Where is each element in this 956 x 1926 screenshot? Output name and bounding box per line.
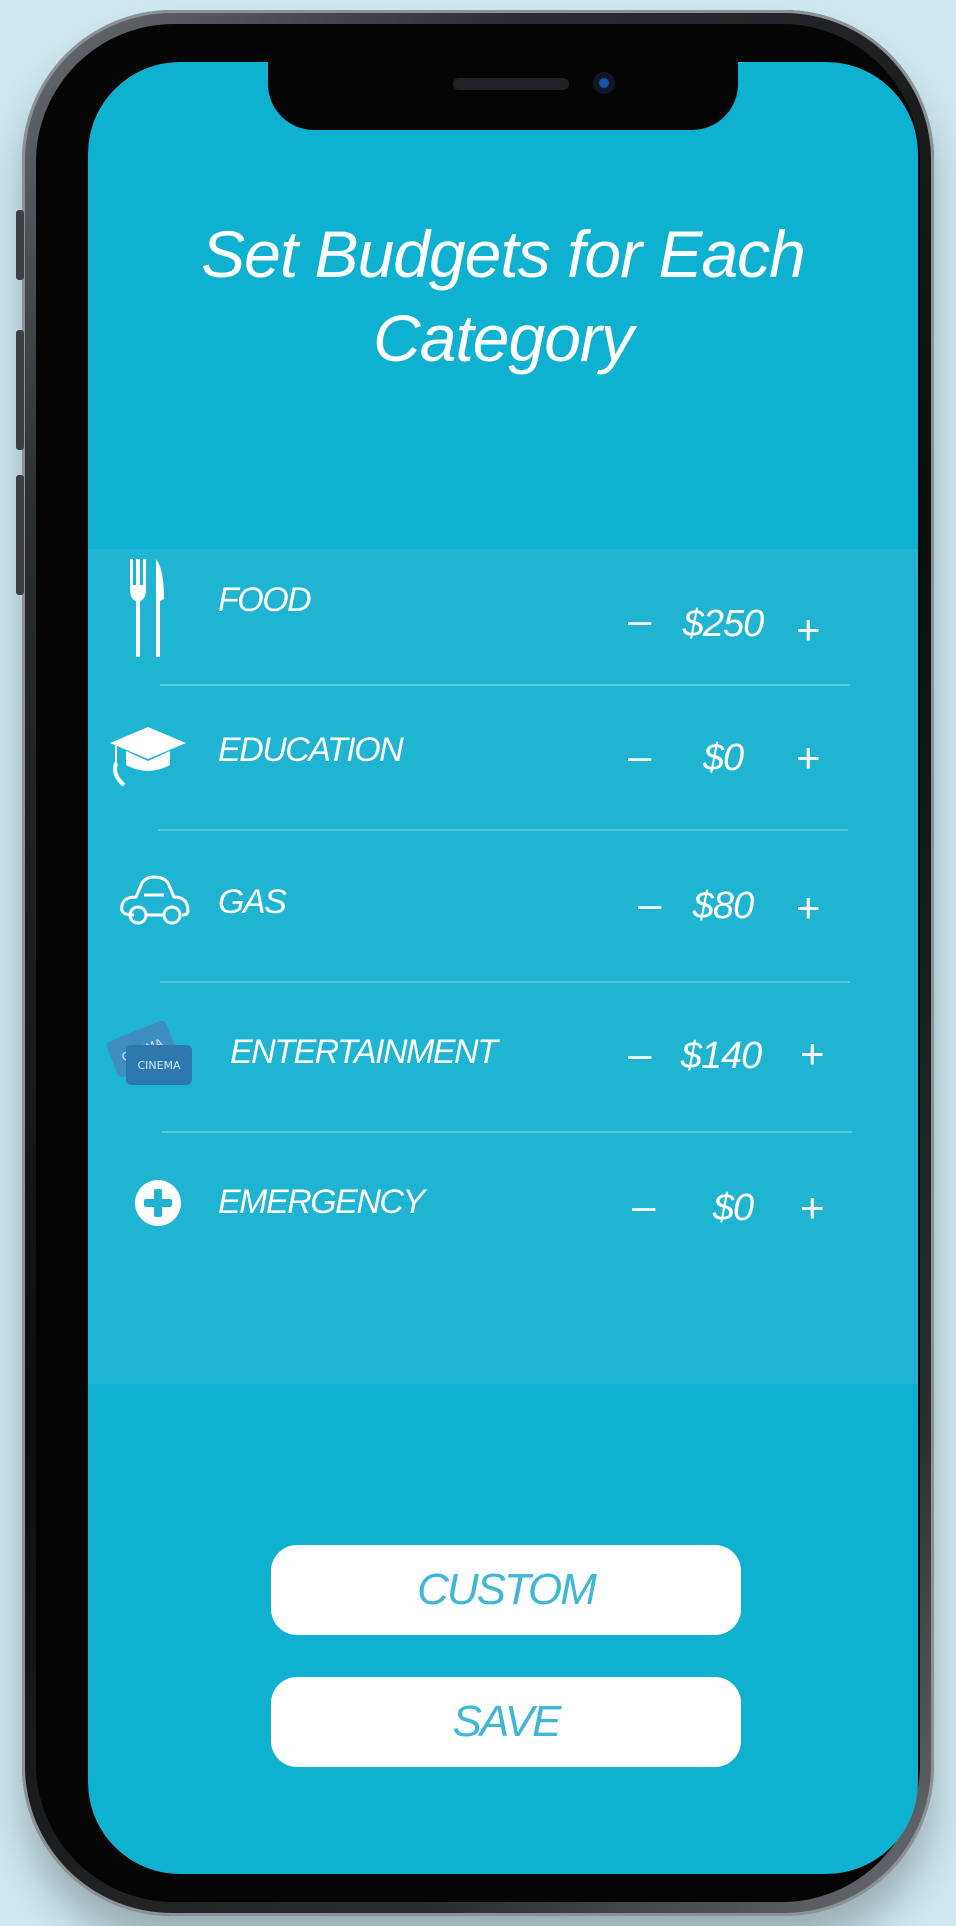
graduation-cap-icon xyxy=(108,719,188,794)
category-label-emergency: EMERGENCY xyxy=(218,1183,425,1221)
volume-down-button xyxy=(16,475,24,595)
app-screen: Set Budgets for Each Category FOOD – $25… xyxy=(88,62,918,1874)
decrease-emergency-button[interactable]: – xyxy=(632,1185,655,1227)
category-row-gas: GAS – $80 + xyxy=(88,849,918,969)
page-title-line-1: Set Budgets for Each xyxy=(201,217,806,291)
notch xyxy=(268,62,738,130)
svg-text:CINEMA: CINEMA xyxy=(137,1059,181,1072)
amount-entertainment: $140 xyxy=(680,1035,763,1077)
increase-gas-button[interactable]: + xyxy=(796,887,821,929)
category-label-education: EDUCATION xyxy=(218,731,404,769)
category-row-emergency: EMERGENCY – $0 + xyxy=(88,1149,918,1269)
fork-knife-icon xyxy=(126,559,166,664)
divider xyxy=(162,1131,852,1133)
amount-gas: $80 xyxy=(692,885,754,927)
category-row-food: FOOD – $250 + xyxy=(88,549,918,669)
page-title: Set Budgets for Each Category xyxy=(148,212,858,380)
save-button[interactable]: SAVE xyxy=(271,1677,741,1767)
car-icon xyxy=(114,875,194,936)
divider xyxy=(160,981,850,983)
category-row-entertainment: CINEMA CINEMA ENTERTAINMENT – $140 + xyxy=(88,999,918,1119)
increase-emergency-button[interactable]: + xyxy=(800,1187,825,1229)
decrease-gas-button[interactable]: – xyxy=(638,883,661,925)
increase-entertainment-button[interactable]: + xyxy=(800,1033,825,1075)
category-list: FOOD – $250 + EDUCATION – $0 + GAS – $80… xyxy=(88,549,918,1384)
category-label-entertainment: ENTERTAINMENT xyxy=(230,1033,498,1071)
custom-button[interactable]: CUSTOM xyxy=(271,1545,741,1635)
cinema-ticket-icon: CINEMA CINEMA xyxy=(104,1009,204,1098)
decrease-food-button[interactable]: – xyxy=(628,599,651,641)
amount-emergency: $0 xyxy=(712,1187,754,1229)
speaker-grille xyxy=(453,78,569,90)
divider xyxy=(160,684,850,686)
category-label-food: FOOD xyxy=(218,581,312,619)
volume-up-button xyxy=(16,330,24,450)
front-camera xyxy=(593,72,615,94)
plus-circle-icon xyxy=(134,1179,182,1232)
category-label-gas: GAS xyxy=(218,883,287,921)
page-title-line-2: Category xyxy=(373,301,634,375)
amount-education: $0 xyxy=(702,737,744,779)
increase-food-button[interactable]: + xyxy=(796,609,821,651)
divider xyxy=(158,829,848,831)
increase-education-button[interactable]: + xyxy=(796,737,821,779)
category-row-education: EDUCATION – $0 + xyxy=(88,699,918,819)
decrease-education-button[interactable]: – xyxy=(628,735,651,777)
silent-switch xyxy=(16,210,24,280)
decrease-entertainment-button[interactable]: – xyxy=(628,1033,651,1075)
amount-food: $250 xyxy=(682,603,765,645)
